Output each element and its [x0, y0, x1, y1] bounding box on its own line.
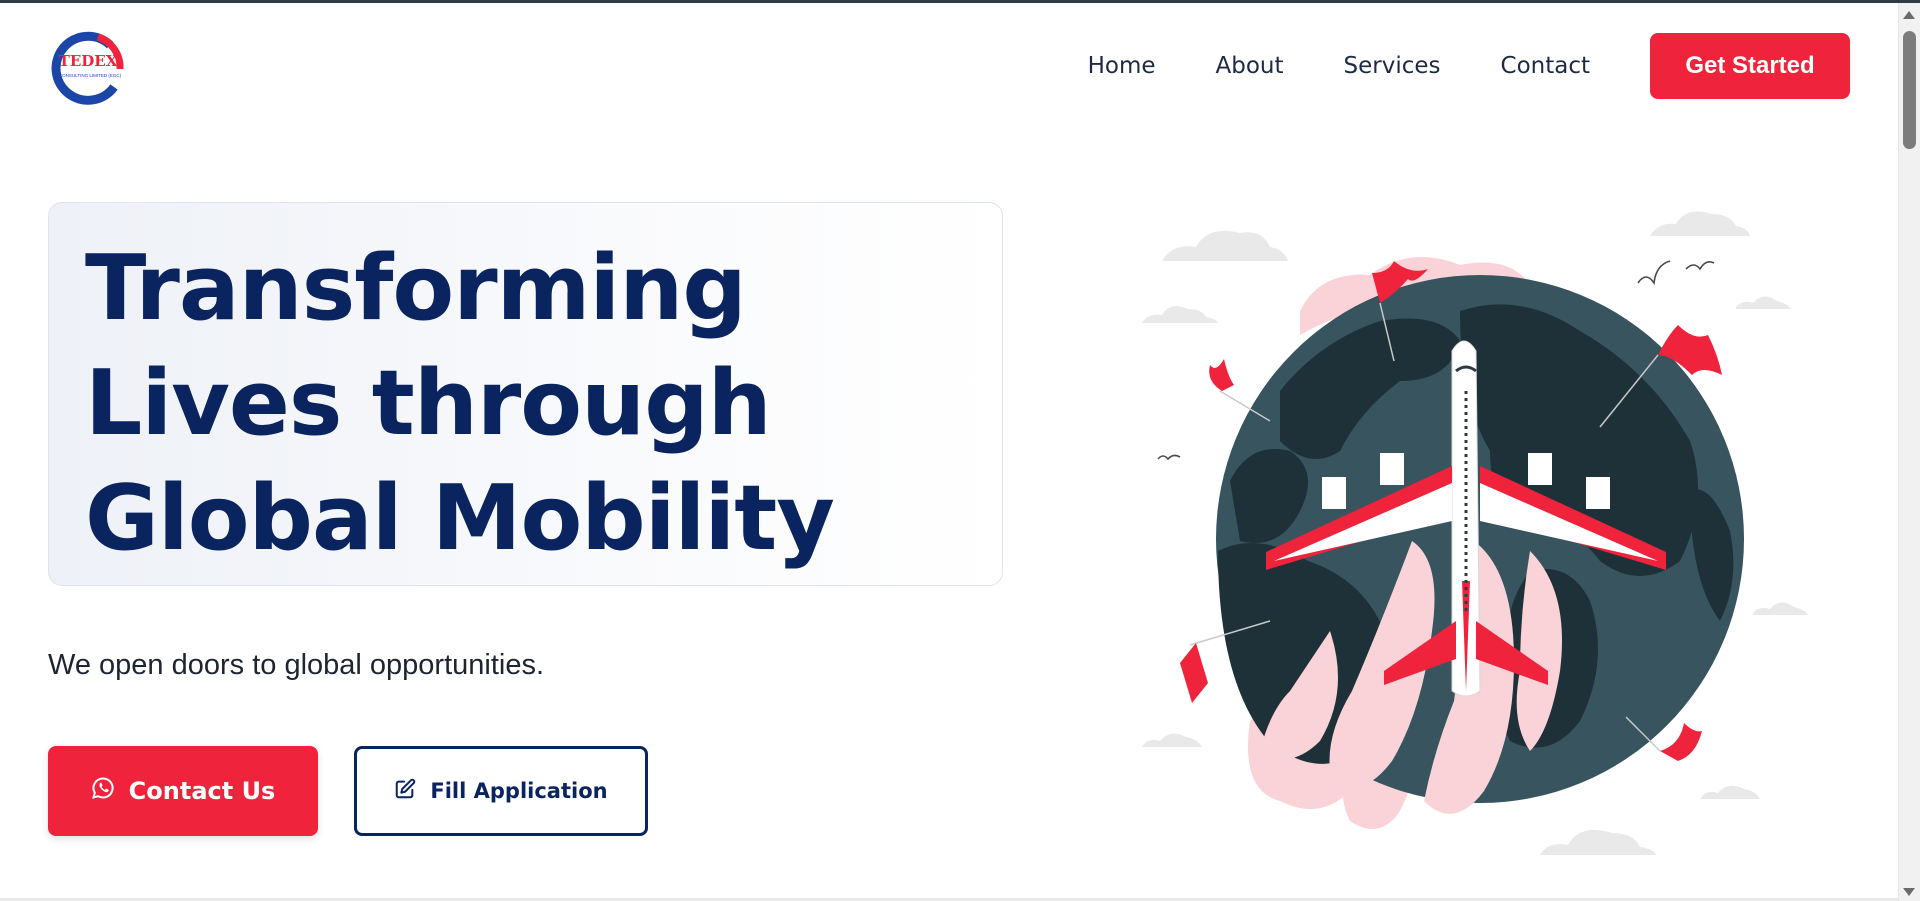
hero-heading-box: Transforming Lives through Global Mobili…	[48, 202, 1003, 586]
nav-home[interactable]: Home	[1088, 53, 1156, 79]
scroll-up-icon[interactable]	[1903, 11, 1915, 19]
edit-icon	[394, 778, 416, 805]
hero-title-line-1: Transforming	[85, 236, 747, 341]
brand-logo[interactable]: TEDEX CONSULTING LIMITED (EGC)	[48, 29, 132, 105]
hero-title-line-2: Lives through	[85, 351, 772, 456]
whatsapp-icon	[91, 776, 115, 806]
hero-tagline: We open doors to global opportunities.	[48, 649, 545, 681]
hero-title: Transforming Lives through Global Mobili…	[85, 231, 835, 576]
fill-application-button[interactable]: Fill Application	[354, 746, 648, 836]
nav-about[interactable]: About	[1216, 53, 1284, 79]
logo-text: TEDEX	[59, 52, 118, 70]
hero-title-line-3: Global Mobility	[85, 466, 835, 571]
scroll-down-icon[interactable]	[1903, 888, 1915, 896]
globe-airplane-illustration	[1142, 211, 1808, 855]
fill-application-label: Fill Application	[430, 779, 608, 803]
hero-illustration	[1130, 191, 1850, 871]
logo-subtext: CONSULTING LIMITED (EGC)	[59, 73, 122, 78]
nav-contact[interactable]: Contact	[1501, 53, 1590, 79]
main-nav: Home About Services Contact Get Started	[1088, 33, 1850, 99]
get-started-button[interactable]: Get Started	[1650, 33, 1850, 99]
scrollbar-thumb[interactable]	[1903, 31, 1916, 149]
contact-us-button[interactable]: Contact Us	[48, 746, 318, 836]
scrollbar[interactable]	[1898, 3, 1920, 901]
contact-us-label: Contact Us	[128, 777, 276, 805]
nav-services[interactable]: Services	[1344, 53, 1441, 79]
